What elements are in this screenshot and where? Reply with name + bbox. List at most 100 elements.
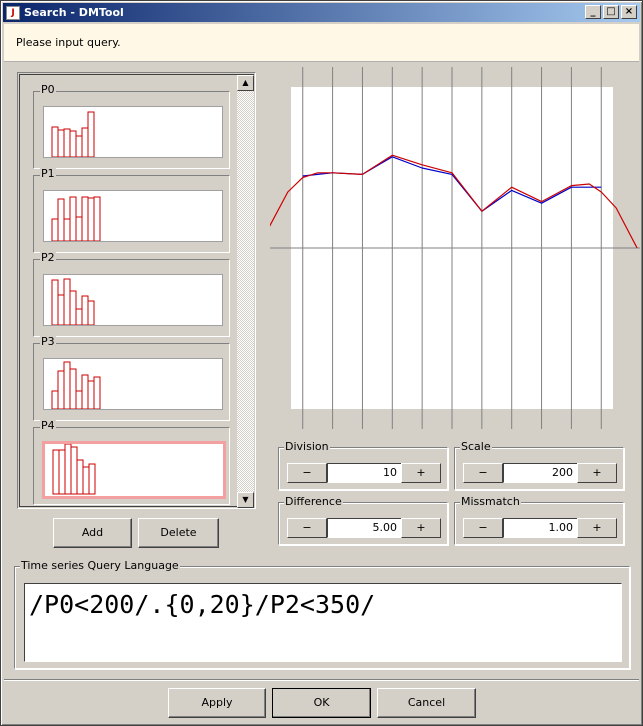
difference-plus-button[interactable]: + bbox=[401, 518, 441, 538]
scale-group: Scale − 200 + bbox=[454, 440, 624, 490]
pattern-bar bbox=[51, 279, 59, 326]
query-preview-chart[interactable] bbox=[270, 67, 640, 429]
missmatch-minus-button[interactable]: − bbox=[463, 518, 503, 538]
pattern-bar bbox=[51, 218, 59, 242]
missmatch-group: Missmatch − 1.00 + bbox=[454, 495, 624, 545]
pattern-card[interactable]: P1 bbox=[33, 167, 230, 253]
pattern-bar bbox=[76, 459, 84, 495]
pattern-bar bbox=[87, 300, 95, 326]
pattern-thumbnail[interactable] bbox=[43, 190, 223, 242]
query-group-label: Time series Query Language bbox=[20, 559, 180, 572]
scale-label: Scale bbox=[460, 440, 492, 453]
pattern-bar bbox=[51, 390, 59, 410]
cancel-button[interactable]: Cancel bbox=[377, 688, 476, 718]
info-message: Please input query. bbox=[16, 36, 121, 49]
scroll-down-arrow-icon[interactable]: ▼ bbox=[237, 492, 254, 508]
missmatch-label: Missmatch bbox=[460, 495, 521, 508]
pattern-list-scrollbar[interactable]: ▲ ▼ bbox=[237, 75, 254, 508]
apply-button[interactable]: Apply bbox=[168, 688, 266, 718]
add-pattern-button[interactable]: Add bbox=[53, 518, 132, 548]
pattern-thumbnail[interactable] bbox=[43, 274, 223, 326]
division-group: Division − 10 + bbox=[278, 440, 448, 490]
info-bar: Please input query. bbox=[4, 24, 639, 62]
pattern-bar bbox=[81, 127, 89, 158]
scale-plus-button[interactable]: + bbox=[577, 463, 617, 483]
pattern-bar bbox=[87, 380, 95, 410]
pattern-bar bbox=[64, 443, 72, 495]
pattern-bar bbox=[58, 449, 66, 495]
query-textarea[interactable]: /P0<200/.{0,20}/P2<350/ bbox=[24, 583, 622, 662]
minimize-button[interactable]: _ bbox=[585, 5, 601, 19]
pattern-bar bbox=[57, 198, 65, 242]
pattern-card[interactable]: P2 bbox=[33, 251, 230, 337]
pattern-bars bbox=[51, 111, 95, 158]
pattern-bar bbox=[93, 196, 101, 242]
maximize-button[interactable]: □ bbox=[603, 5, 619, 19]
pattern-label: P0 bbox=[40, 83, 56, 96]
difference-label: Difference bbox=[284, 495, 343, 508]
pattern-bar bbox=[69, 130, 77, 158]
division-input[interactable]: 10 bbox=[327, 463, 402, 483]
pattern-label: P2 bbox=[40, 251, 56, 264]
division-label: Division bbox=[284, 440, 330, 453]
difference-minus-button[interactable]: − bbox=[287, 518, 327, 538]
pattern-bar bbox=[69, 290, 77, 326]
pattern-bar bbox=[88, 463, 96, 495]
pattern-list[interactable]: P0 P1 P2 P3 P4 bbox=[17, 72, 256, 509]
query-group: Time series Query Language /P0<200/.{0,2… bbox=[14, 559, 630, 669]
pattern-bar bbox=[81, 295, 89, 326]
pattern-bar bbox=[93, 376, 101, 410]
pattern-bar bbox=[70, 446, 78, 495]
pattern-card[interactable]: P0 bbox=[33, 83, 230, 169]
pattern-bar bbox=[52, 449, 60, 495]
division-minus-button[interactable]: − bbox=[287, 463, 327, 483]
pattern-bar bbox=[81, 374, 89, 410]
pattern-bars bbox=[51, 361, 101, 410]
pattern-label: P4 bbox=[40, 419, 56, 432]
pattern-bar bbox=[82, 466, 90, 495]
difference-group: Difference − 5.00 + bbox=[278, 495, 448, 545]
pattern-bars bbox=[51, 196, 101, 242]
close-button[interactable]: × bbox=[621, 5, 637, 19]
pattern-bar bbox=[63, 218, 71, 242]
pattern-bar bbox=[75, 216, 83, 242]
scroll-up-arrow-icon[interactable]: ▲ bbox=[237, 75, 254, 91]
pattern-bar bbox=[87, 111, 95, 158]
pattern-bars bbox=[51, 278, 95, 326]
pattern-bar bbox=[75, 390, 83, 410]
ok-button[interactable]: OK bbox=[272, 688, 371, 718]
pattern-bar bbox=[57, 294, 65, 326]
title-bar[interactable]: J Search - DMTool bbox=[3, 3, 640, 22]
pattern-bar bbox=[51, 126, 59, 158]
pattern-thumbnail[interactable] bbox=[42, 441, 226, 499]
pattern-bar bbox=[75, 135, 83, 158]
pattern-card[interactable]: P4 bbox=[33, 419, 230, 505]
pattern-thumbnail[interactable] bbox=[43, 106, 223, 158]
pattern-bar bbox=[69, 368, 77, 410]
pattern-bar bbox=[63, 278, 71, 326]
difference-input[interactable]: 5.00 bbox=[327, 518, 402, 538]
pattern-bar bbox=[75, 308, 83, 326]
pattern-label: P3 bbox=[40, 335, 56, 348]
pattern-card[interactable]: P3 bbox=[33, 335, 230, 421]
pattern-bar bbox=[57, 129, 65, 158]
java-app-icon: J bbox=[6, 5, 20, 20]
pattern-thumbnail[interactable] bbox=[43, 358, 223, 410]
pattern-bar bbox=[63, 128, 71, 158]
missmatch-input[interactable]: 1.00 bbox=[503, 518, 578, 538]
pattern-bar bbox=[69, 196, 77, 242]
pattern-bar bbox=[81, 196, 89, 242]
pattern-label: P1 bbox=[40, 167, 56, 180]
pattern-list-viewport: P0 P1 P2 P3 P4 bbox=[19, 74, 254, 507]
window-title: Search - DMTool bbox=[24, 6, 124, 19]
pattern-bars bbox=[52, 443, 96, 495]
pattern-bar bbox=[57, 370, 65, 410]
division-plus-button[interactable]: + bbox=[401, 463, 441, 483]
divider bbox=[4, 679, 639, 681]
scale-minus-button[interactable]: − bbox=[463, 463, 503, 483]
scale-input[interactable]: 200 bbox=[503, 463, 578, 483]
window-controls: _ □ × bbox=[585, 5, 637, 19]
delete-pattern-button[interactable]: Delete bbox=[138, 518, 219, 548]
pattern-bar bbox=[87, 197, 95, 242]
missmatch-plus-button[interactable]: + bbox=[577, 518, 617, 538]
